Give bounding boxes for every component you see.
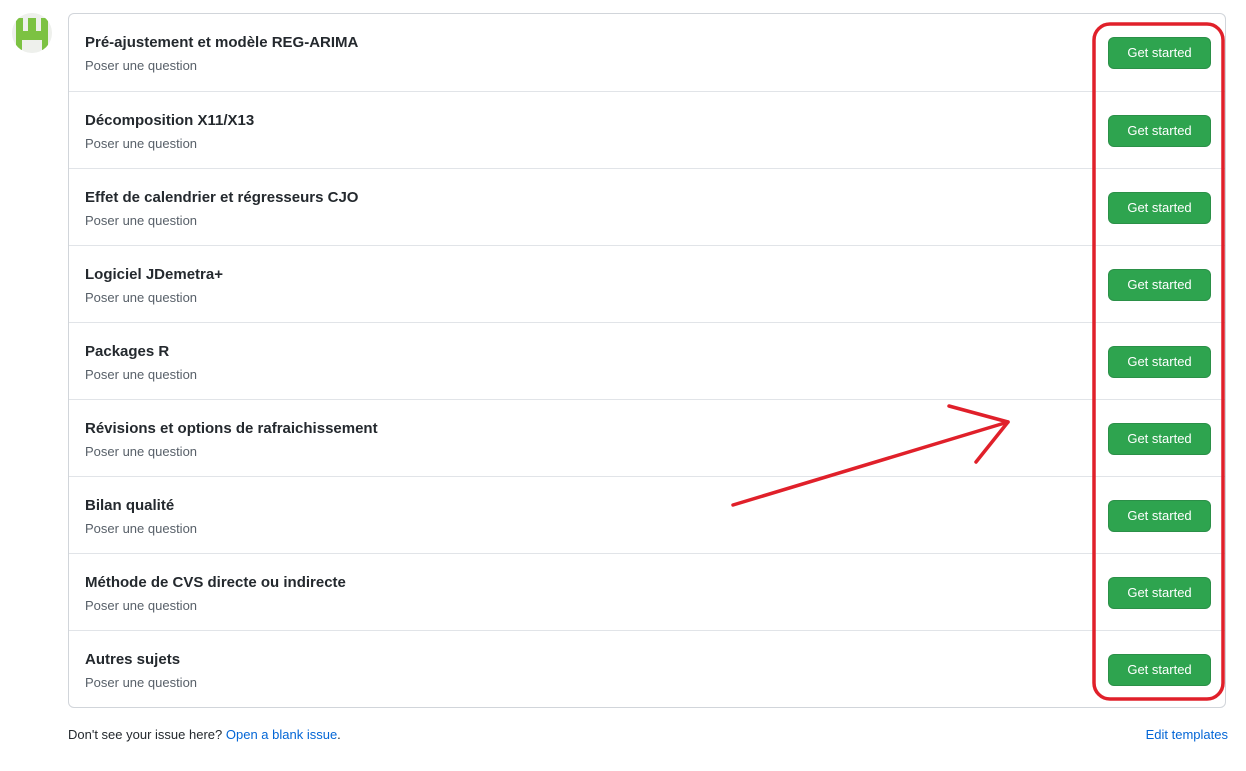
template-description: Poser une question	[85, 598, 198, 613]
identicon-avatar-icon	[12, 13, 52, 53]
get-started-button[interactable]: Get started	[1108, 37, 1211, 69]
template-row: Révisions et options de rafraichissement…	[69, 399, 1225, 476]
template-title: Effet de calendrier et régresseurs CJO	[85, 189, 359, 206]
get-started-button[interactable]: Get started	[1108, 654, 1211, 686]
template-title: Logiciel JDemetra+	[85, 266, 223, 283]
open-blank-issue-link[interactable]: Open a blank issue	[226, 727, 337, 742]
template-row: Autres sujets Poser une question Get sta…	[69, 630, 1225, 707]
template-description: Poser une question	[85, 444, 198, 459]
template-row: Logiciel JDemetra+ Poser une question Ge…	[69, 245, 1225, 322]
get-started-button[interactable]: Get started	[1108, 346, 1211, 378]
edit-templates-link[interactable]: Edit templates	[1146, 727, 1228, 742]
template-description: Poser une question	[85, 367, 198, 382]
blank-issue-question: Don't see your issue here?	[68, 727, 223, 742]
get-started-button[interactable]: Get started	[1108, 192, 1211, 224]
get-started-button[interactable]: Get started	[1108, 500, 1211, 532]
template-description: Poser une question	[85, 136, 198, 151]
template-row: Pré-ajustement et modèle REG-ARIMA Poser…	[69, 14, 1225, 91]
get-started-button[interactable]: Get started	[1108, 115, 1211, 147]
template-row: Effet de calendrier et régresseurs CJO P…	[69, 168, 1225, 245]
template-description: Poser une question	[85, 213, 198, 228]
template-row: Packages R Poser une question Get starte…	[69, 322, 1225, 399]
get-started-button[interactable]: Get started	[1108, 577, 1211, 609]
template-title: Révisions et options de rafraichissement	[85, 420, 378, 437]
template-title: Méthode de CVS directe ou indirecte	[85, 574, 346, 591]
avatar[interactable]	[12, 13, 52, 53]
template-title: Autres sujets	[85, 651, 181, 668]
template-row: Méthode de CVS directe ou indirecte Pose…	[69, 553, 1225, 630]
template-description: Poser une question	[85, 290, 198, 305]
footer-period: .	[337, 727, 341, 742]
get-started-button[interactable]: Get started	[1108, 423, 1211, 455]
template-title: Bilan qualité	[85, 497, 175, 514]
issue-template-chooser: Pré-ajustement et modèle REG-ARIMA Poser…	[0, 0, 1246, 771]
template-row: Bilan qualité Poser une question Get sta…	[69, 476, 1225, 553]
template-title: Décomposition X11/X13	[85, 112, 255, 129]
template-title: Pré-ajustement et modèle REG-ARIMA	[85, 34, 359, 51]
template-title: Packages R	[85, 343, 170, 360]
issue-template-list: Pré-ajustement et modèle REG-ARIMA Poser…	[68, 13, 1226, 708]
template-description: Poser une question	[85, 675, 198, 690]
template-description: Poser une question	[85, 58, 198, 73]
blank-issue-prompt: Don't see your issue here? Open a blank …	[68, 727, 341, 742]
template-row: Décomposition X11/X13 Poser une question…	[69, 91, 1225, 168]
template-description: Poser une question	[85, 521, 198, 536]
get-started-button[interactable]: Get started	[1108, 269, 1211, 301]
